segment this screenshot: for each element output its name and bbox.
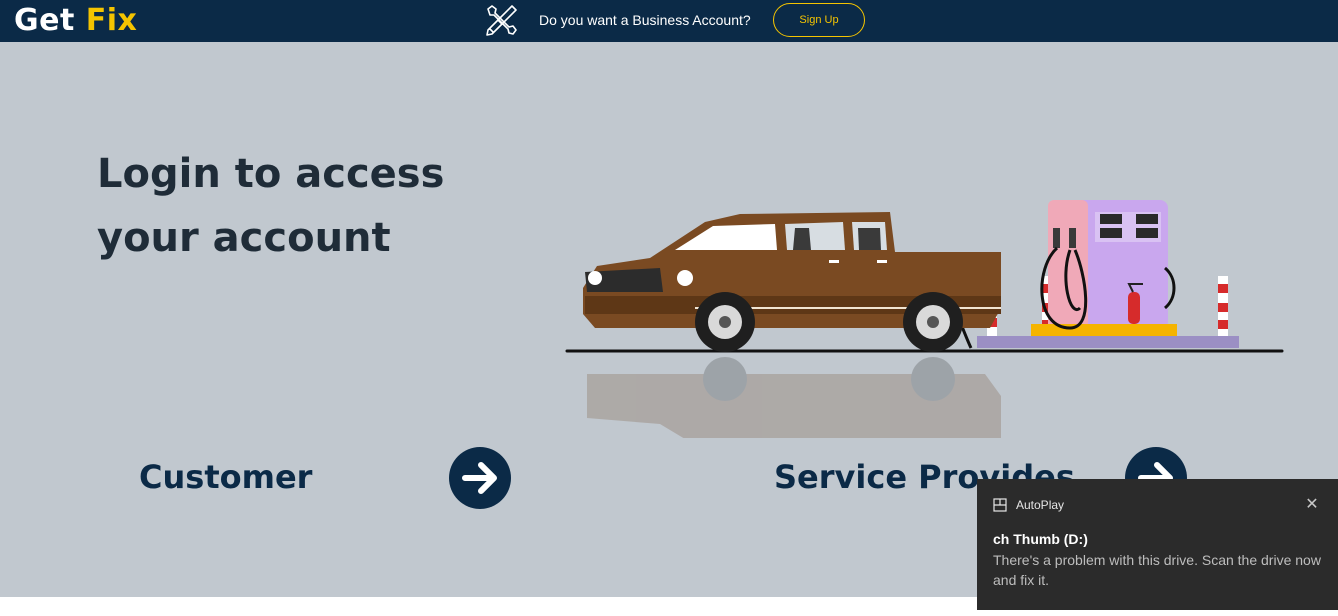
toast-title: ch Thumb (D:) xyxy=(993,531,1088,547)
arrow-right-circle-icon xyxy=(462,462,497,494)
toast-message: There's a problem with this drive. Scan … xyxy=(993,552,1321,588)
toast-app-name: AutoPlay xyxy=(1016,498,1065,512)
truck-fuel-pump-illustration xyxy=(565,200,1284,438)
logo[interactable]: Get Fix xyxy=(14,2,137,40)
headline-line-1: Login to access xyxy=(97,151,445,197)
logo-word-fix: Fix xyxy=(85,3,138,38)
business-account-prompt: Do you want a Business Account? xyxy=(539,12,751,28)
top-bar: Get Fix Do you want a Business Account? … xyxy=(0,0,1338,42)
tools-icon xyxy=(482,2,520,40)
page-title: Login to access your account xyxy=(97,142,537,270)
customer-arrow-button[interactable] xyxy=(449,447,511,509)
autoplay-notification[interactable]: AutoPlay ✕ ch Thumb (D:) There's a probl… xyxy=(977,479,1338,610)
autoplay-icon xyxy=(993,498,1007,512)
close-icon[interactable]: ✕ xyxy=(1303,496,1321,514)
headline-line-2: your account xyxy=(97,215,391,261)
logo-word-get: Get xyxy=(14,3,75,38)
customer-label[interactable]: Customer xyxy=(139,458,312,496)
sign-up-button[interactable]: Sign Up xyxy=(773,3,865,37)
